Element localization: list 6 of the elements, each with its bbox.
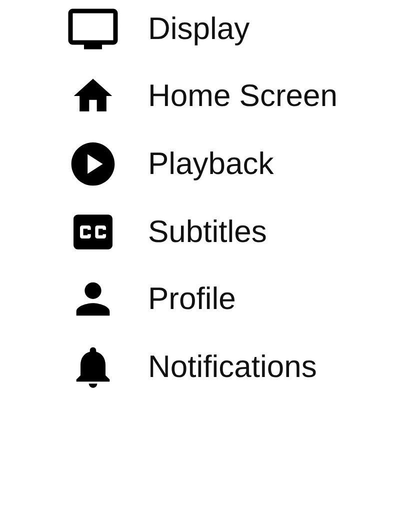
menu-item[interactable]: Subtitles (148, 214, 267, 250)
menu-item[interactable]: Profile (148, 281, 236, 318)
menu-item[interactable]: Playback (148, 146, 274, 182)
menu-item[interactable]: Home Screen (148, 78, 338, 114)
menu-item[interactable]: Display (148, 10, 250, 47)
menu-item[interactable]: Notifications (148, 348, 317, 385)
